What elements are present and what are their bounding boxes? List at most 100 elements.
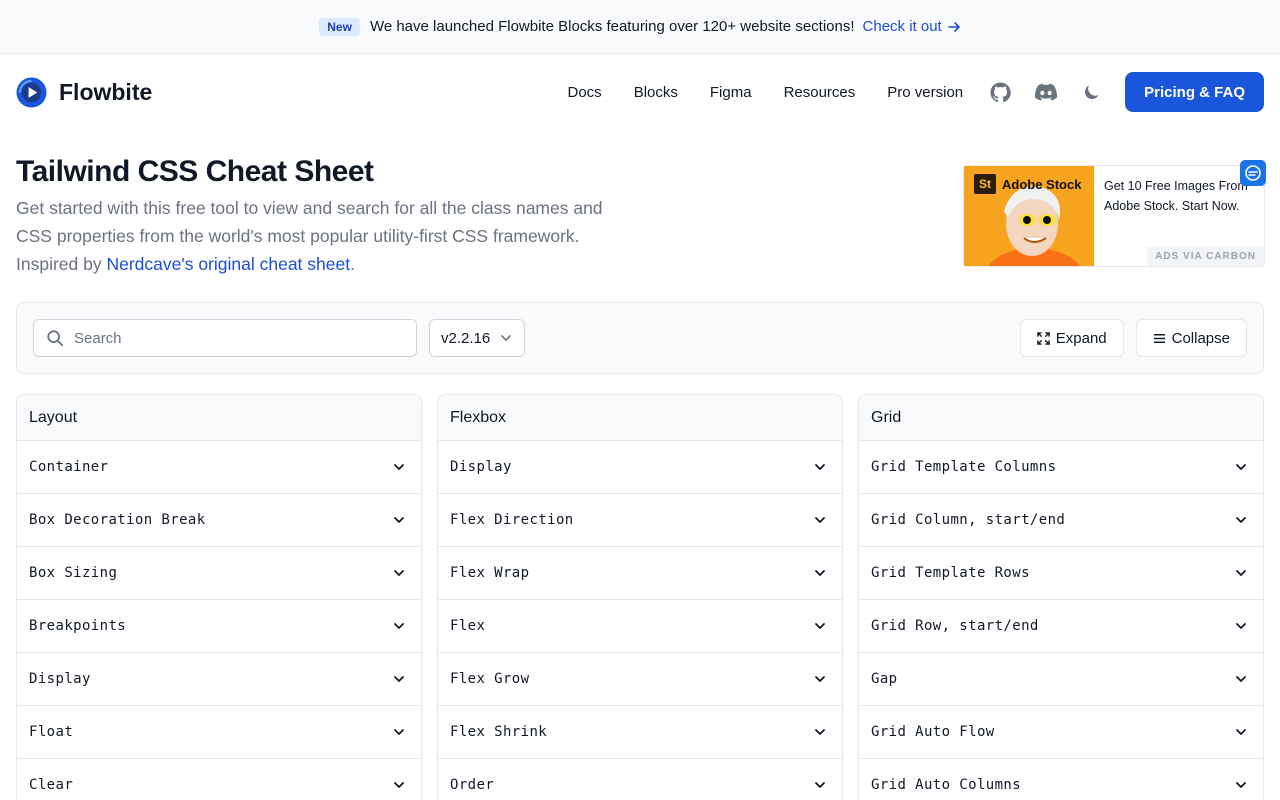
carbon-ad[interactable]: St Adobe Stock Get 10 Free Images From A… [963,160,1266,267]
chevron-down-icon [394,729,404,735]
moon-icon[interactable] [1081,81,1103,103]
navbar: Flowbite Docs Blocks Figma Resources Pro… [0,54,1280,130]
list-item[interactable]: Flex [438,600,842,653]
chevron-down-icon [815,782,825,788]
chevron-down-icon [394,517,404,523]
chevron-down-icon [1236,517,1246,523]
column-title: Grid [859,395,1263,441]
list-item-label: Clear [29,777,74,793]
brand-name: Flowbite [59,78,153,105]
list-item[interactable]: Box Decoration Break [17,494,421,547]
chevron-down-icon [394,623,404,629]
list-item[interactable]: Grid Row, start/end [859,600,1263,653]
list-item-label: Gap [871,671,898,687]
banner-link[interactable]: Check it out [863,18,961,35]
chevron-down-icon [394,570,404,576]
chevron-down-icon [815,623,825,629]
column-title: Flexbox [438,395,842,441]
adobe-stock-mark: St Adobe Stock [974,174,1081,194]
list-item[interactable]: Grid Column, start/end [859,494,1263,547]
expand-button[interactable]: Expand [1019,319,1124,357]
list-item[interactable]: Grid Template Rows [859,547,1263,600]
brand-logo[interactable]: Flowbite [16,76,153,108]
collapse-label: Collapse [1171,329,1230,347]
list-item[interactable]: Box Sizing [17,547,421,600]
new-badge: New [319,17,360,36]
ads-via-carbon[interactable]: ADS VIA CARBON [1147,247,1264,266]
nav-link-docs[interactable]: Docs [568,84,602,101]
page-description: Get started with this free tool to view … [16,194,636,278]
list-item-label: Grid Auto Flow [871,724,995,740]
list-item[interactable]: Flex Grow [438,653,842,706]
version-select[interactable]: v2.2.16 [429,319,525,357]
list-item[interactable]: Breakpoints [17,600,421,653]
ad-image[interactable]: St Adobe Stock [964,166,1094,266]
list-item[interactable]: Flex Wrap [438,547,842,600]
arrow-right-icon [947,21,960,32]
chevron-down-icon [1236,676,1246,682]
layout-column: Layout Container Box Decoration Break Bo… [16,394,422,800]
chevron-down-icon [815,570,825,576]
list-item[interactable]: Flex Direction [438,494,842,547]
list-item-label: Grid Template Rows [871,565,1030,581]
list-item[interactable]: Display [438,441,842,494]
list-item-label: Flex [450,618,486,634]
chevron-down-icon [1236,729,1246,735]
chevron-down-icon [1236,464,1246,470]
grid-column: Grid Grid Template Columns Grid Column, … [858,394,1264,800]
adobe-stock-name: Adobe Stock [1002,176,1082,192]
list-item-label: Breakpoints [29,618,127,634]
description-suffix: . [350,254,355,274]
list-item-label: Box Sizing [29,565,118,581]
nav-link-resources[interactable]: Resources [784,84,856,101]
github-icon[interactable] [989,81,1011,103]
search-input[interactable] [74,329,394,347]
list-item-label: Grid Column, start/end [871,512,1066,528]
list-item[interactable]: Grid Template Columns [859,441,1263,494]
flexbox-column: Flexbox Display Flex Direction Flex Wrap… [437,394,843,800]
hero-section: Tailwind CSS Cheat Sheet Get started wit… [16,152,636,278]
list-item[interactable]: Container [17,441,421,494]
list-icon [1153,333,1165,343]
list-item[interactable]: Clear [17,759,421,800]
banner-text: We have launched Flowbite Blocks featuri… [369,18,855,35]
chevron-down-icon [815,464,825,470]
nerdcave-cheat-sheet-link[interactable]: Nerdcave's original cheat sheet [106,254,350,274]
list-item-label: Flex Direction [450,512,574,528]
list-item-label: Grid Row, start/end [871,618,1039,634]
list-item-label: Box Decoration Break [29,512,206,528]
list-item[interactable]: Grid Auto Columns [859,759,1263,800]
chevron-down-icon [815,676,825,682]
list-item-label: Flex Wrap [450,565,530,581]
list-item-label: Display [450,459,512,475]
nav-link-figma[interactable]: Figma [710,84,752,101]
list-item[interactable]: Display [17,653,421,706]
collapse-button[interactable]: Collapse [1135,319,1247,357]
chevron-down-icon [394,464,404,470]
column-title: Layout [17,395,421,441]
nav-link-blocks[interactable]: Blocks [634,84,678,101]
list-item[interactable]: Flex Shrink [438,706,842,759]
list-item[interactable]: Order [438,759,842,800]
expand-label: Expand [1055,329,1107,347]
chevron-down-icon [1236,570,1246,576]
list-item[interactable]: Grid Auto Flow [859,706,1263,759]
list-item[interactable]: Gap [859,653,1263,706]
expand-icon [1036,331,1050,345]
list-item[interactable]: Float [17,706,421,759]
nav-link-pro-version[interactable]: Pro version [887,84,963,101]
search-box[interactable] [33,319,417,357]
list-item-label: Float [29,724,74,740]
list-item-label: Flex Shrink [450,724,548,740]
toolbar: v2.2.16 Expand Collapse [16,302,1264,374]
pricing-faq-button[interactable]: Pricing & FAQ [1125,72,1264,112]
list-item-label: Flex Grow [450,671,530,687]
discord-icon[interactable] [1035,81,1058,103]
chevron-down-icon [815,729,825,735]
flowbite-logo-icon [16,76,47,108]
banner-link-label: Check it out [862,18,942,35]
search-icon [47,330,64,347]
carbon-logo-icon[interactable] [1240,160,1266,186]
chevron-down-icon [815,517,825,523]
list-item-label: Container [29,459,109,475]
